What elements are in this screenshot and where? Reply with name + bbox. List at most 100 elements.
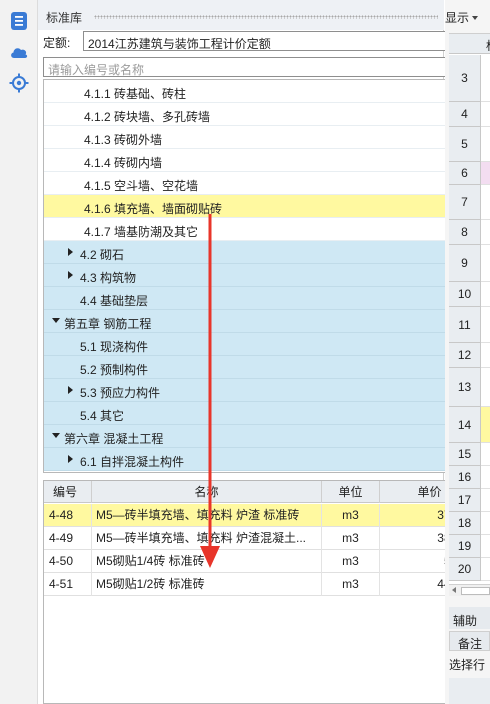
tree-node[interactable]: 5.2 预制构件 [44,356,462,379]
row-number[interactable]: 17 [449,489,481,512]
row-number[interactable]: 18 [449,512,481,535]
grid-cell[interactable] [481,443,490,466]
tree-node[interactable]: 4.1.5 空斗墙、空花墙 [44,172,462,195]
search-placeholder: 请输入编号或名称 [48,63,145,77]
tree-node[interactable]: 4.1.2 砖块墙、多孔砖墙 [44,103,462,126]
hscroll-thumb[interactable] [461,587,490,595]
collapse-arrow-icon[interactable] [52,318,60,323]
col-header-name[interactable]: 名称 [92,481,322,503]
grid-cell[interactable] [481,185,490,220]
drag-grip[interactable] [94,15,438,19]
right-hscrollbar[interactable] [449,584,490,596]
tree-node[interactable]: 5.4 其它 [44,402,462,425]
tree-node[interactable]: 4.1.6 填充墙、墙面砌贴砖 [44,195,462,218]
row-number[interactable]: 16 [449,466,481,489]
grid-cell[interactable] [481,489,490,512]
row-number[interactable]: 10 [449,282,481,307]
grid-cell[interactable] [481,307,490,343]
row-number[interactable]: 12 [449,343,481,368]
note-tab[interactable]: 备注 [449,631,490,651]
cell-code: 4-48 [44,504,92,527]
tree-node-label: 4.1.1 砖基础、砖柱 [84,87,187,101]
left-icon-bar [0,0,38,704]
right-grid: 标 34567891011121314151617181920 [449,33,490,596]
row-number[interactable]: 7 [449,185,481,220]
grid-cell[interactable] [481,407,490,443]
tree-node-label: 4.1.6 填充墙、墙面砌贴砖 [84,202,223,216]
tree-node[interactable]: 4.1.4 砖砌内墙 [44,149,462,172]
tree-node[interactable]: 4.4 基础垫层 [44,287,462,310]
row-number[interactable]: 3 [449,55,481,102]
grid-cell[interactable] [481,102,490,127]
cell-name: M5砌贴1/2砖 标准砖 [92,573,322,596]
scroll-left-icon[interactable] [452,587,456,593]
tree-node-label: 4.4 基础垫层 [80,294,149,308]
right-bottom-header [449,678,490,704]
col-header-code[interactable]: 编号 [44,481,92,503]
grid-cell[interactable] [481,127,490,162]
row-number[interactable]: 15 [449,443,481,466]
tree-node[interactable]: 5.3 预应力构件 [44,379,462,402]
grid-cell[interactable] [481,220,490,245]
tree-node-label: 5.2 预制构件 [80,363,149,377]
grid-cell[interactable] [481,512,490,535]
table-row[interactable]: 4-48M5—砖半填充墙、填充料 炉渣 标准砖m3375.12 [44,504,479,527]
tree-node[interactable]: 第六章 混凝土工程 [44,425,462,448]
right-panel: 显示 标 34567891011121314151617181920 辅助 备注… [445,0,490,704]
quota-select[interactable]: 2014江苏建筑与装饰工程计价定额 [83,31,480,51]
search-input[interactable]: 请输入编号或名称 [43,57,480,77]
table-row[interactable]: 4-51M5砌贴1/2砖 标准砖m3449.87 [44,573,479,596]
display-dropdown[interactable]: 显示 [445,9,479,26]
expand-arrow-icon[interactable] [68,455,73,463]
library-icon[interactable] [7,9,31,33]
table-row[interactable]: 4-50M5砌贴1/4砖 标准砖m3557.4 [44,550,479,573]
panel-title-bar[interactable]: 标准库 [38,0,444,30]
tree-node[interactable]: 4.3 构筑物 [44,264,462,287]
row-number[interactable]: 20 [449,558,481,581]
col-header-unit[interactable]: 单位 [322,481,380,503]
grid-cell[interactable] [481,466,490,489]
cell-name: M5砌贴1/4砖 标准砖 [92,550,322,573]
table-row[interactable]: 4-49M5—砖半填充墙、填充料 炉渣混凝土...m3381.76 [44,527,479,550]
row-number[interactable]: 4 [449,102,481,127]
grid-cell[interactable] [481,343,490,368]
tree-node[interactable]: 4.1.7 墙基防潮及其它 [44,218,462,241]
grid-cell[interactable] [481,368,490,407]
display-label: 显示 [445,11,470,25]
cell-unit: m3 [322,550,380,573]
grid-cell[interactable] [481,535,490,558]
tree-node[interactable]: 4.2 砌石 [44,241,462,264]
expand-arrow-icon[interactable] [68,386,73,394]
tree-node[interactable]: 4.1.1 砖基础、砖柱 [44,80,462,103]
cloud-icon[interactable] [7,40,31,64]
row-number[interactable]: 6 [449,162,481,185]
row-number[interactable]: 11 [449,307,481,343]
row-number[interactable]: 9 [449,245,481,282]
tree-node[interactable]: 5.1 现浇构件 [44,333,462,356]
quota-item-table: 编号 名称 单位 单价 4-48M5—砖半填充墙、填充料 炉渣 标准砖m3375… [43,480,480,704]
row-number[interactable]: 8 [449,220,481,245]
tree-node[interactable]: 6.1 自拌混凝土构件 [44,448,462,471]
row-number[interactable]: 14 [449,407,481,443]
expand-arrow-icon[interactable] [68,271,73,279]
expand-arrow-icon[interactable] [68,248,73,256]
quota-label: 定额: [43,36,71,50]
tree-node[interactable]: 第五章 钢筋工程 [44,310,462,333]
row-number[interactable]: 5 [449,127,481,162]
grid-cell[interactable] [481,162,490,185]
aux-tab[interactable]: 辅助 [449,607,490,629]
tree-node[interactable]: 4.1.3 砖砌外墙 [44,126,462,149]
locate-icon[interactable] [7,71,31,95]
grid-cell[interactable] [481,558,490,581]
tree-node-label: 第五章 钢筋工程 [64,317,152,331]
grid-cell[interactable] [481,55,490,102]
tree-node-label: 4.1.3 砖砌外墙 [84,133,163,147]
cell-unit: m3 [322,573,380,596]
grid-cell[interactable] [481,245,490,282]
row-number[interactable]: 19 [449,535,481,558]
row-number[interactable]: 13 [449,368,481,407]
tree-node-label: 第六章 混凝土工程 [64,432,164,446]
grid-cell[interactable] [481,282,490,307]
collapse-arrow-icon[interactable] [52,433,60,438]
tree-node-label: 4.3 构筑物 [80,271,137,285]
